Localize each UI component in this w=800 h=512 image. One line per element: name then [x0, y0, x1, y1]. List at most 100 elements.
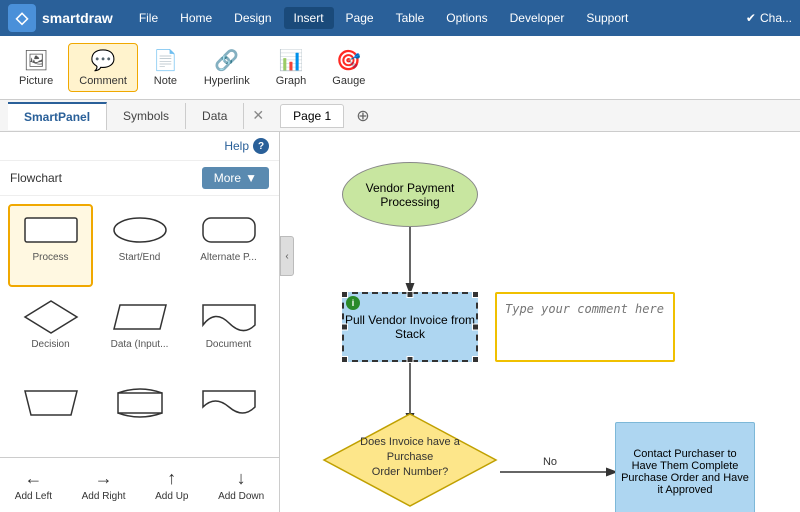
gauge-icon: 🎯	[336, 48, 361, 73]
toolbar: 🖼 Picture 💬 Comment 📄 Note 🔗 Hyperlink 📊…	[0, 36, 800, 100]
handle-br	[472, 356, 479, 363]
decision-shape-svg	[21, 299, 81, 335]
more-button[interactable]: More ▼	[202, 167, 269, 189]
flowchart-bar: Flowchart More ▼	[0, 161, 279, 196]
tabs-row: SmartPanel Symbols Data ✕ Page 1 ⊕	[0, 100, 800, 132]
tab-symbols[interactable]: Symbols	[107, 103, 186, 129]
picture-icon: 🖼	[23, 48, 48, 73]
tab-smartpanel[interactable]: SmartPanel	[8, 102, 107, 130]
add-down-label: Add Down	[218, 491, 264, 502]
add-up-label: Add Up	[155, 491, 188, 502]
page-1-tab[interactable]: Page 1	[280, 104, 344, 128]
menu-right-text: Cha...	[760, 11, 792, 25]
comment-box[interactable]	[495, 292, 675, 362]
add-down-arrow-icon: ↓	[237, 468, 246, 489]
start-end-shape-svg	[110, 212, 170, 248]
gauge-label: Gauge	[332, 75, 365, 87]
more-label: More	[214, 171, 241, 185]
canvas[interactable]: No Yes Vendor Payment Processing i	[280, 132, 800, 512]
vendor-payment-node[interactable]: Vendor Payment Processing	[342, 162, 478, 227]
tab-data[interactable]: Data	[186, 103, 244, 129]
pull-invoice-text: Pull Vendor Invoice from Stack	[344, 313, 476, 341]
note-icon: 📄	[153, 48, 178, 73]
shape-document[interactable]: Document	[186, 291, 271, 374]
page-tabs: Page 1 ⊕	[280, 102, 377, 130]
process-shape-svg	[21, 212, 81, 248]
add-left-arrow-icon: ←	[24, 468, 42, 489]
shape-wavy[interactable]	[186, 377, 271, 449]
graph-label: Graph	[276, 75, 307, 87]
shapes-grid: Process Start/End Alternate P...	[0, 196, 279, 457]
cylinder-shape-svg	[110, 385, 170, 421]
handle-bm	[407, 356, 414, 363]
menu-options[interactable]: Options	[436, 7, 497, 29]
shape-data-input[interactable]: Data (Input...	[97, 291, 182, 374]
logo[interactable]: ◇ smartdraw	[8, 4, 113, 32]
does-invoice-text-line1: Does Invoice have a	[360, 436, 461, 448]
comment-textarea[interactable]	[505, 302, 665, 352]
logo-icon: ◇	[8, 4, 36, 32]
add-down-button[interactable]: ↓ Add Down	[210, 464, 272, 506]
help-icon: ?	[253, 138, 269, 154]
left-panel: Help ? Flowchart More ▼ Process	[0, 132, 280, 512]
panel-header: Help ?	[0, 132, 279, 161]
handle-tl	[341, 291, 348, 298]
document-shape-label: Document	[206, 339, 252, 350]
add-right-button[interactable]: → Add Right	[74, 464, 134, 506]
document-shape-svg	[199, 299, 259, 335]
tab-close[interactable]: ✕	[244, 107, 272, 124]
menu-items: File Home Design Insert Page Table Optio…	[129, 7, 730, 29]
add-up-button[interactable]: ↑ Add Up	[147, 464, 196, 506]
contact-purchaser-node[interactable]: Contact Purchaser to Have Them Complete …	[615, 422, 755, 512]
picture-label: Picture	[19, 75, 53, 87]
decision-svg: Does Invoice have a Purchase Order Numbe…	[320, 410, 500, 510]
graph-icon: 📊	[279, 48, 304, 73]
does-invoice-text-line3: Order Number?	[372, 466, 448, 478]
note-button[interactable]: 📄 Note	[142, 43, 189, 92]
shape-start-end[interactable]: Start/End	[97, 204, 182, 287]
menu-developer[interactable]: Developer	[500, 7, 575, 29]
start-end-shape-label: Start/End	[119, 252, 161, 263]
add-page-button[interactable]: ⊕	[348, 102, 377, 130]
pull-invoice-node[interactable]: i Pull Vendor Invoice from Stack	[342, 292, 478, 362]
add-right-arrow-icon: →	[95, 468, 113, 489]
manual-op-shape-svg	[21, 385, 81, 421]
alternate-p-shape-svg	[199, 212, 259, 248]
comment-icon: 💬	[91, 48, 116, 73]
picture-button[interactable]: 🖼 Picture	[8, 43, 64, 92]
menu-page[interactable]: Page	[336, 7, 384, 29]
more-chevron-icon: ▼	[245, 171, 257, 185]
menu-support[interactable]: Support	[576, 7, 638, 29]
comment-label: Comment	[79, 75, 127, 87]
data-input-shape-svg	[110, 299, 170, 335]
graph-button[interactable]: 📊 Graph	[265, 43, 318, 92]
add-up-arrow-icon: ↑	[167, 468, 176, 489]
shape-cylinder[interactable]	[97, 377, 182, 449]
app-name: smartdraw	[42, 10, 113, 26]
help-label: Help	[224, 139, 249, 153]
comment-button[interactable]: 💬 Comment	[68, 43, 138, 92]
process-shape-label: Process	[32, 252, 68, 263]
handle-mr	[472, 324, 479, 331]
gauge-button[interactable]: 🎯 Gauge	[321, 43, 376, 92]
menu-table[interactable]: Table	[386, 7, 435, 29]
hyperlink-icon: 🔗	[214, 48, 239, 73]
contact-purchaser-text: Contact Purchaser to Have Them Complete …	[620, 448, 750, 496]
decision-node[interactable]: Does Invoice have a Purchase Order Numbe…	[320, 410, 500, 510]
shape-manual-op[interactable]	[8, 377, 93, 449]
menu-home[interactable]: Home	[170, 7, 222, 29]
data-input-shape-label: Data (Input...	[111, 339, 169, 350]
add-left-button[interactable]: ← Add Left	[7, 464, 60, 506]
menu-right: ✔ Cha...	[746, 11, 792, 25]
shape-decision[interactable]: Decision	[8, 291, 93, 374]
handle-tm	[407, 291, 414, 298]
bottom-nav: ← Add Left → Add Right ↑ Add Up ↓ Add Do…	[0, 457, 279, 512]
menu-design[interactable]: Design	[224, 7, 281, 29]
menu-insert[interactable]: Insert	[284, 7, 334, 29]
collapse-panel-button[interactable]: ‹	[280, 236, 294, 276]
shape-process[interactable]: Process	[8, 204, 93, 287]
help-link[interactable]: Help ?	[224, 138, 269, 154]
menu-file[interactable]: File	[129, 7, 168, 29]
shape-alternate-p[interactable]: Alternate P...	[186, 204, 271, 287]
hyperlink-button[interactable]: 🔗 Hyperlink	[193, 43, 261, 92]
